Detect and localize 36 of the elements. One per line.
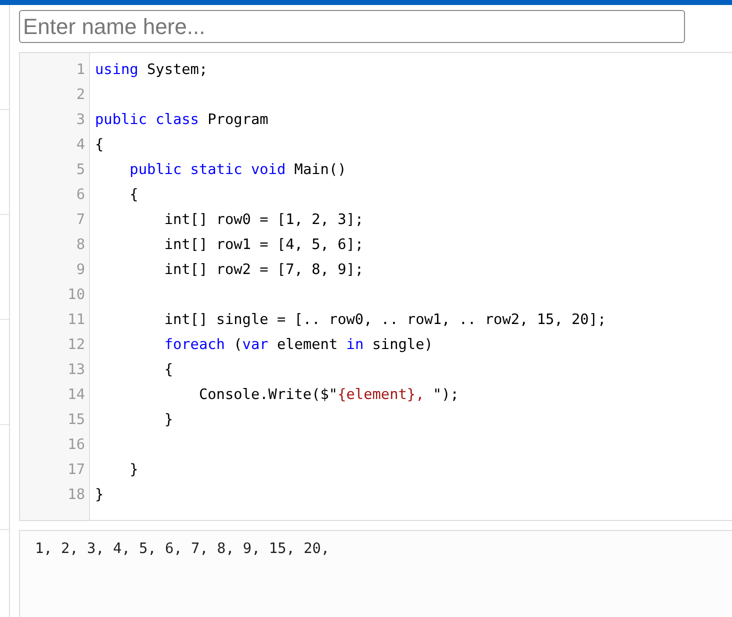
code-editor[interactable] bbox=[19, 52, 732, 521]
code-line: { bbox=[95, 136, 104, 155]
line-number: 15 bbox=[68, 411, 86, 430]
line-number: 5 bbox=[76, 161, 86, 180]
line-number: 18 bbox=[68, 486, 86, 505]
code-line: Console.Write($"{element}, "); bbox=[198, 386, 459, 405]
code-line: foreach (var element in single) bbox=[164, 336, 433, 355]
line-number: 16 bbox=[68, 436, 86, 455]
line-number: 3 bbox=[76, 111, 86, 130]
output-text: 1, 2, 3, 4, 5, 6, 7, 8, 9, 15, 20, bbox=[35, 541, 330, 557]
name-input-field[interactable]: Enter name here... bbox=[19, 10, 685, 43]
code-line: } bbox=[164, 411, 173, 430]
code-line: public class Program bbox=[95, 111, 268, 130]
line-number: 17 bbox=[68, 461, 86, 480]
code-line: public static void Main() bbox=[130, 161, 346, 180]
line-number: 1 bbox=[76, 61, 86, 80]
code-line: int[] row1 = [4, 5, 6]; bbox=[164, 236, 364, 255]
code-line: } bbox=[130, 461, 138, 480]
code-line: } bbox=[95, 486, 104, 505]
line-number: 9 bbox=[76, 261, 86, 280]
line-number: 4 bbox=[76, 136, 86, 155]
line-number: 8 bbox=[76, 236, 86, 255]
code-line: int[] row2 = [7, 8, 9]; bbox=[164, 261, 364, 280]
code-line: { bbox=[130, 186, 138, 205]
code-line: using System; bbox=[95, 61, 208, 80]
line-number: 2 bbox=[76, 86, 86, 105]
line-number: 6 bbox=[76, 186, 86, 205]
line-number: 7 bbox=[76, 211, 86, 230]
line-number: 14 bbox=[68, 386, 86, 405]
line-number: 11 bbox=[68, 311, 86, 330]
line-number: 13 bbox=[68, 361, 86, 380]
code-line: int[] single = [.. row0, .. row1, .. row2, 15, 20]; bbox=[164, 311, 606, 330]
code-line: int[] row0 = [1, 2, 3]; bbox=[164, 211, 364, 230]
line-number: 10 bbox=[68, 286, 86, 305]
line-number: 12 bbox=[68, 336, 86, 355]
code-line: { bbox=[164, 361, 173, 380]
